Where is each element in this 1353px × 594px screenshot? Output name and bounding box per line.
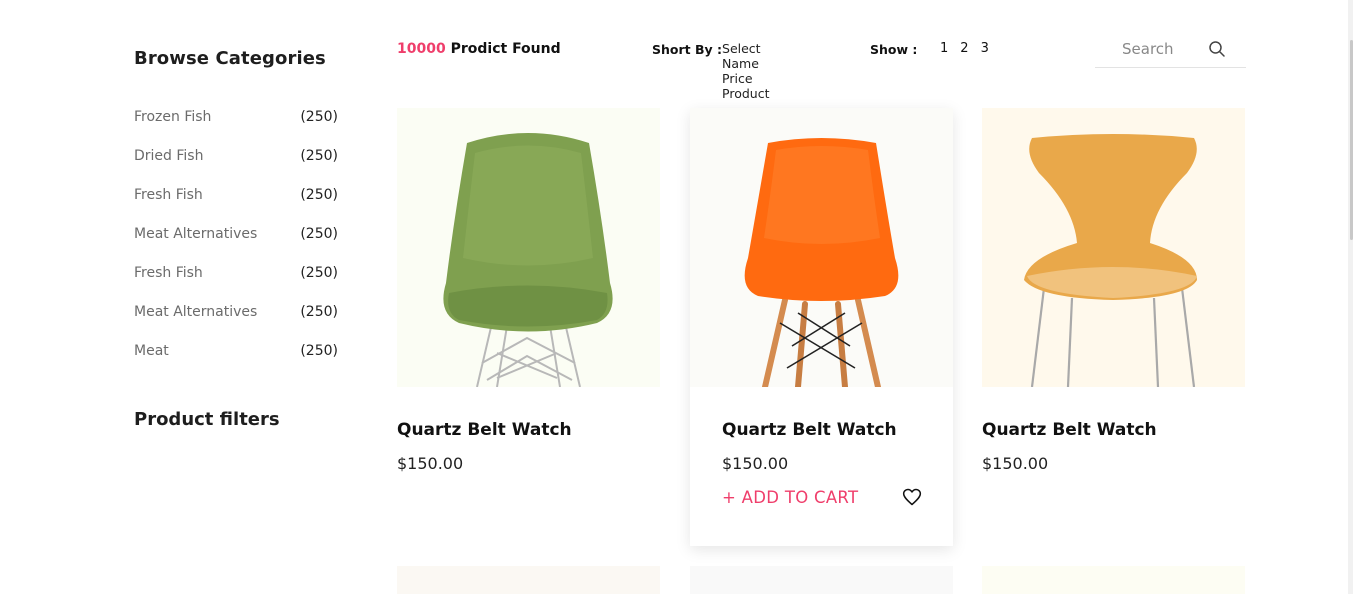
category-item[interactable]: Meat Alternatives (250) (134, 214, 338, 253)
category-name: Fresh Fish (134, 186, 203, 203)
results-count: 10000 Prodict Found (397, 41, 561, 57)
product-card[interactable]: Quartz Belt Watch $150.00 (982, 108, 1245, 546)
heart-icon[interactable] (902, 487, 922, 507)
product-card[interactable] (397, 566, 660, 594)
orange-chair-image (744, 138, 899, 387)
product-image[interactable] (690, 108, 953, 387)
category-count: (250) (300, 147, 338, 164)
sidebar: Browse Categories Frozen Fish (250) Dried… (134, 48, 338, 370)
page-link[interactable]: 3 (981, 41, 989, 56)
category-count: (250) (300, 186, 338, 203)
category-count: (250) (300, 225, 338, 242)
category-item[interactable]: Frozen Fish (250) (134, 97, 338, 136)
yellow-chair-image (1024, 134, 1197, 387)
category-name: Dried Fish (134, 147, 204, 164)
product-card[interactable]: Quartz Belt Watch $150.00 (397, 108, 660, 546)
sort-label: Short By : (652, 42, 723, 57)
product-title[interactable]: Quartz Belt Watch (397, 420, 660, 440)
category-item[interactable]: Meat (250) (134, 331, 338, 370)
category-list: Frozen Fish (250) Dried Fish (250) Fresh F… (134, 97, 338, 370)
sort-option[interactable]: Product (722, 86, 769, 101)
results-label: Prodict Found (450, 41, 561, 57)
category-count: (250) (300, 108, 338, 125)
search-icon[interactable] (1208, 40, 1226, 58)
category-name: Meat (134, 342, 169, 359)
category-item[interactable]: Dried Fish (250) (134, 136, 338, 175)
product-card[interactable] (982, 566, 1245, 594)
sort-by: Short By : Select Name Price Product (652, 41, 769, 101)
product-image[interactable] (397, 108, 660, 387)
product-card[interactable]: Quartz Belt Watch $150.00 + ADD TO CART (690, 108, 953, 546)
category-count: (250) (300, 264, 338, 281)
category-item[interactable]: Fresh Fish (250) (134, 253, 338, 292)
sort-option[interactable]: Select (722, 41, 769, 56)
browse-categories-title: Browse Categories (134, 48, 326, 69)
category-name: Meat Alternatives (134, 225, 258, 242)
product-filters-title: Product filters (134, 409, 280, 430)
category-item[interactable]: Meat Alternatives (250) (134, 292, 338, 331)
product-image[interactable] (982, 108, 1245, 387)
green-chair-image (443, 133, 613, 387)
page-link[interactable]: 1 (940, 41, 948, 56)
category-name: Meat Alternatives (134, 303, 258, 320)
sort-options: Select Name Price Product (722, 41, 769, 101)
sort-option[interactable]: Name (722, 56, 769, 71)
category-count: (250) (300, 303, 338, 320)
page-link[interactable]: 2 (960, 41, 968, 56)
cart-row: + ADD TO CART (690, 487, 953, 507)
product-title[interactable]: Quartz Belt Watch (982, 420, 1245, 440)
category-item[interactable]: Fresh Fish (250) (134, 175, 338, 214)
category-count: (250) (300, 342, 338, 359)
product-price: $150.00 (982, 454, 1049, 473)
search-box (1095, 32, 1246, 68)
scrollbar[interactable] (1348, 0, 1353, 594)
show-label: Show : (870, 42, 918, 57)
results-number: 10000 (397, 41, 446, 57)
product-title[interactable]: Quartz Belt Watch (690, 420, 953, 440)
product-card[interactable] (690, 566, 953, 594)
category-name: Fresh Fish (134, 264, 203, 281)
search-input[interactable] (1095, 32, 1205, 66)
product-price: $150.00 (722, 454, 789, 473)
pagination: 1 2 3 (940, 41, 989, 56)
product-price: $150.00 (397, 454, 464, 473)
sort-option[interactable]: Price (722, 71, 769, 86)
add-to-cart-button[interactable]: + ADD TO CART (722, 488, 858, 507)
category-name: Frozen Fish (134, 108, 212, 125)
